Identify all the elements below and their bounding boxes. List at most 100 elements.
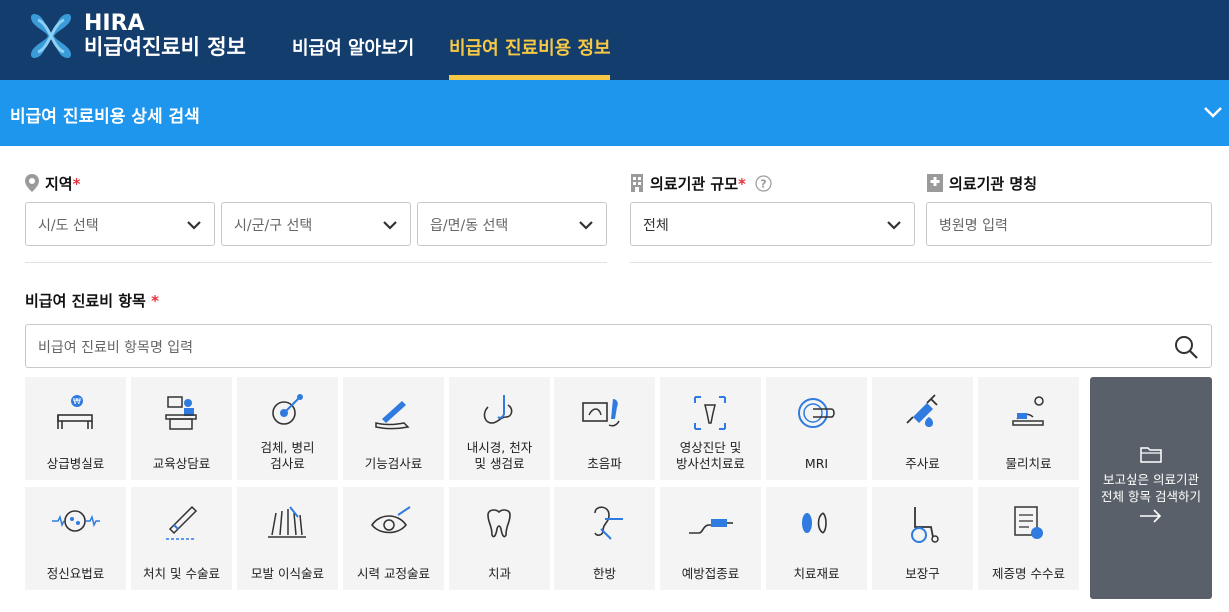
category-tile-material[interactable]: 치료재료: [766, 487, 867, 590]
chevron-down-icon[interactable]: [1201, 100, 1225, 124]
hospital-name-placeholder: 병원명 입력: [939, 218, 1008, 234]
arrow-right-icon: [1140, 509, 1162, 523]
search-all-items-label: 보고싶은 의료기관 전체 항목 검색하기: [1101, 472, 1201, 504]
wheelchair-icon: [911, 507, 939, 543]
divider: [630, 262, 1212, 263]
category-tile-dental[interactable]: 치과: [449, 487, 550, 590]
category-label: MRI: [804, 455, 829, 471]
dong-select-value: 읍/면/동 선택: [430, 218, 509, 234]
nav-cost-info[interactable]: 비급여 진료비용 정보: [449, 34, 611, 60]
detail-search-title: 비급여 진료비용 상세 검색: [10, 107, 200, 127]
mri-icon: [798, 398, 835, 428]
sigungu-select[interactable]: 시/군/구 선택: [221, 202, 411, 246]
tooth-icon: [487, 509, 511, 538]
category-tile-hair[interactable]: 모발 이식술료: [237, 487, 338, 590]
name-label: 의료기관 명칭: [927, 173, 1037, 194]
scale-select-value: 전체: [643, 218, 669, 234]
item-label-text: 비급여 진료비 항목: [25, 292, 146, 310]
hair-icon: [268, 506, 306, 538]
help-icon[interactable]: ?: [755, 175, 772, 192]
hospital-name-input[interactable]: 병원명 입력: [926, 202, 1212, 246]
category-tile-mri[interactable]: MRI: [766, 377, 867, 480]
category-label: 주사료: [905, 455, 940, 471]
required-mark: *: [72, 175, 81, 193]
category-tile-psych[interactable]: 정신요법료: [25, 487, 126, 590]
svg-text:?: ?: [760, 178, 766, 191]
brand-title[interactable]: HIRA 비급여진료비 정보: [84, 11, 246, 60]
folder-icon: [1140, 447, 1162, 463]
location-pin-icon: [25, 174, 39, 192]
ultrasound-icon: [582, 399, 620, 427]
category-label: 시력 교정술료: [357, 565, 430, 581]
category-label: 치과: [487, 565, 511, 581]
category-tile-physio[interactable]: 물리치료: [978, 377, 1079, 480]
category-tile-oriental[interactable]: 한방: [554, 487, 655, 590]
scale-label-text: 의료기관 규모: [650, 175, 739, 193]
category-label: 초음파: [587, 455, 622, 471]
region-label: 지역*: [25, 173, 80, 194]
detail-search-bar[interactable]: 비급여 진료비용 상세 검색: [0, 80, 1229, 146]
sigungu-select-value: 시/군/구 선택: [234, 218, 313, 234]
category-tile-vaccine[interactable]: 예방접종료: [660, 487, 761, 590]
item-search-input[interactable]: 비급여 진료비 항목명 입력: [25, 324, 1212, 368]
brain-icon: [52, 510, 100, 532]
specimen-icon: [272, 394, 303, 425]
building-icon: [631, 174, 643, 192]
category-label: 보장구: [905, 565, 940, 581]
region-label-text: 지역: [45, 175, 73, 193]
category-tile-injection[interactable]: 주사료: [872, 377, 973, 480]
syringe-icon: [906, 394, 938, 427]
bed-icon: ₩: [57, 395, 93, 429]
search-all-items-button[interactable]: 보고싶은 의료기관 전체 항목 검색하기: [1090, 377, 1212, 599]
scale-label: 의료기관 규모* ?: [630, 173, 772, 194]
category-label: 예방접종료: [681, 565, 740, 581]
certificate-icon: [1014, 506, 1043, 539]
endoscope-icon: [483, 395, 513, 424]
category-tile-surgery[interactable]: 처치 및 수술료: [131, 487, 232, 590]
category-label: 처치 및 수술료: [143, 565, 220, 581]
material-icon: [802, 512, 827, 534]
hira-logo-icon[interactable]: [28, 10, 74, 62]
category-tile-vision[interactable]: 시력 교정술료: [343, 487, 444, 590]
imaging-icon: [694, 396, 726, 430]
name-label-text: 의료기관 명칭: [949, 175, 1038, 193]
brand-line2: 비급여진료비 정보: [84, 35, 246, 60]
dong-select[interactable]: 읍/면/동 선택: [417, 202, 607, 246]
search-icon[interactable]: [1173, 334, 1199, 360]
category-label: 한방: [592, 565, 616, 581]
function-test-icon: [375, 401, 410, 430]
nav-learn[interactable]: 비급여 알아보기: [292, 34, 414, 60]
chevron-down-icon: [887, 221, 901, 230]
category-tile-certificate[interactable]: 제증명 수수료: [978, 487, 1079, 590]
svg-text:₩: ₩: [73, 397, 81, 406]
item-label: 비급여 진료비 항목 *: [25, 290, 159, 311]
scale-select[interactable]: 전체: [630, 202, 915, 246]
required-mark: *: [151, 292, 159, 310]
chevron-down-icon: [383, 221, 397, 230]
category-label: 검체, 병리 검사료: [260, 439, 315, 471]
category-tile-aid[interactable]: 보장구: [872, 487, 973, 590]
category-label: 영상진단 및 방사선치료료: [675, 439, 745, 471]
category-label: 기능검사료: [364, 455, 423, 471]
category-label: 내시경, 천자 및 생검료: [466, 439, 533, 471]
category-tile-specimen[interactable]: 검체, 병리 검사료: [237, 377, 338, 480]
chevron-down-icon: [187, 221, 201, 230]
category-tile-imaging[interactable]: 영상진단 및 방사선치료료: [660, 377, 761, 480]
category-label: 치료재료: [793, 565, 840, 581]
counsel-icon: [165, 396, 197, 430]
sido-select[interactable]: 시/도 선택: [25, 202, 215, 246]
category-tile-function[interactable]: 기능검사료: [343, 377, 444, 480]
category-tile-bed[interactable]: ₩ 상급병실료: [25, 377, 126, 480]
category-tile-counsel[interactable]: 교육상담료: [131, 377, 232, 480]
category-label: 상급병실료: [46, 455, 105, 471]
chevron-down-icon: [579, 221, 593, 230]
vaccine-icon: [689, 519, 733, 534]
category-tile-ultrasound[interactable]: 초음파: [554, 377, 655, 480]
top-header: HIRA 비급여진료비 정보 비급여 알아보기 비급여 진료비용 정보: [0, 0, 1229, 80]
item-search-placeholder: 비급여 진료비 항목명 입력: [38, 340, 194, 356]
eye-icon: [371, 506, 411, 534]
category-label: 정신요법료: [46, 565, 105, 581]
physio-icon: [1012, 396, 1044, 426]
category-tile-endoscope[interactable]: 내시경, 천자 및 생검료: [449, 377, 550, 480]
surgery-icon: [166, 505, 198, 540]
